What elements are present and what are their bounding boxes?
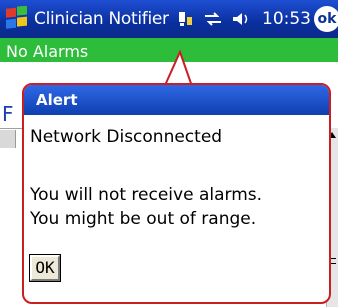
background-header-cell: [0, 130, 16, 148]
alert-title: Alert: [24, 85, 329, 115]
background-letter: F: [2, 102, 14, 126]
alert-heading: Network Disconnected: [30, 127, 223, 147]
volume-icon[interactable]: [230, 8, 252, 30]
connectivity-icon[interactable]: [176, 8, 198, 30]
alert-message-line-1: You will not receive alarms.: [30, 185, 263, 205]
ok-title-button[interactable]: ok: [314, 6, 338, 32]
app-title: Clinician Notifier: [34, 9, 169, 29]
title-bar: Clinician Notifier 10:53 ok: [0, 0, 338, 38]
clock: 10:53: [262, 9, 311, 29]
ok-button[interactable]: OK: [29, 254, 61, 282]
sync-icon[interactable]: [202, 8, 224, 30]
alert-message-line-2: You might be out of range.: [30, 209, 257, 229]
alert-dialog: Alert Network Disconnected You will not …: [22, 83, 331, 304]
start-flag-icon[interactable]: [4, 6, 30, 32]
